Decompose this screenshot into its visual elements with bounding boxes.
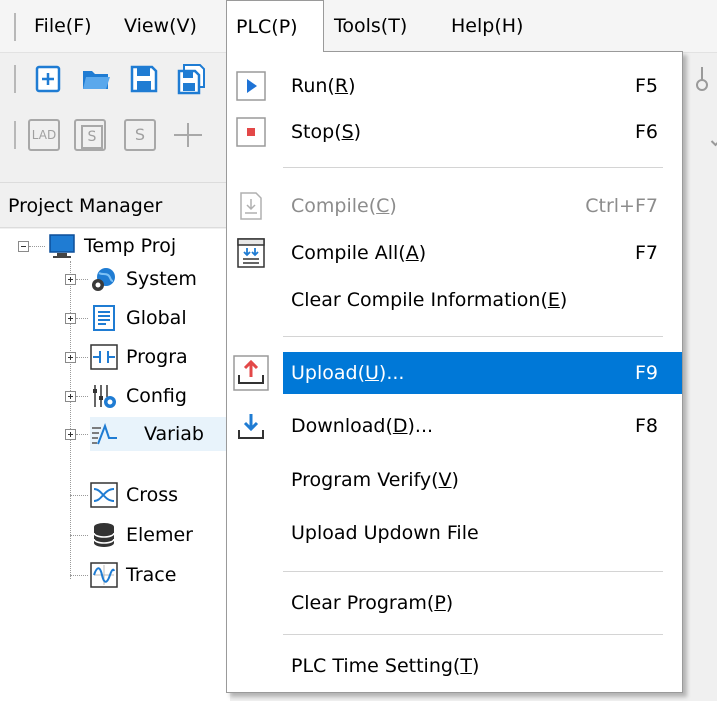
tree-item-label: Global — [126, 307, 187, 329]
menu-view[interactable]: View(V) — [124, 0, 197, 52]
lad-label: LAD — [28, 119, 60, 151]
menu-item-upload-updown-file[interactable]: Upload Updown File — [227, 512, 682, 554]
project-tree: Temp Proj System Global Progra Config Va… — [0, 229, 230, 701]
upload-icon — [233, 355, 269, 391]
menu-item-upload[interactable]: Upload(U)... F9 — [227, 352, 682, 394]
compile-all-icon — [235, 237, 267, 269]
tree-item-label: Config — [126, 385, 187, 407]
tree-item-label: Trace — [126, 564, 177, 586]
menu-separator — [283, 634, 663, 635]
run-icon — [235, 70, 267, 102]
tree-item-label: System — [126, 268, 197, 290]
menu-item-label: Compile(C) — [291, 195, 397, 217]
menu-item-download[interactable]: Download(D)... F8 — [227, 405, 682, 447]
st-label: S — [124, 119, 156, 151]
lad-button-icon[interactable]: LAD — [28, 119, 62, 151]
cross-reference-icon — [90, 481, 118, 509]
menu-plc[interactable]: PLC(P) — [226, 0, 324, 52]
shortcut-label: F6 — [634, 121, 658, 143]
menu-item-clear-program[interactable]: Clear Program(P) — [227, 582, 682, 624]
menu-item-label: PLC Time Setting(T) — [291, 655, 480, 677]
tree-item-label: Progra — [126, 346, 188, 368]
document-list-icon — [90, 304, 118, 332]
menu-item-run[interactable]: Run(R) F5 — [227, 65, 682, 107]
tree-item-label: Elemer — [126, 524, 193, 546]
menu-item-compile-all[interactable]: Compile All(A) F7 — [227, 232, 682, 274]
trace-icon — [90, 561, 118, 589]
open-folder-icon[interactable] — [80, 63, 112, 95]
menu-item-label: Upload(U)... — [291, 362, 405, 384]
tree-item-label: Temp Proj — [84, 235, 177, 257]
computer-icon — [48, 232, 76, 260]
new-file-icon[interactable] — [32, 63, 64, 95]
tree-item-label: Cross — [126, 484, 179, 506]
menu-separator — [283, 571, 663, 572]
tree-expand-toggle[interactable] — [65, 429, 76, 440]
shortcut-label: F7 — [634, 242, 658, 264]
tree-item-label: Variab — [144, 423, 204, 445]
globe-gear-icon — [90, 265, 118, 293]
tree-item-variable[interactable]: Variab — [90, 417, 230, 451]
ladder-icon — [90, 343, 118, 371]
shortcut-label: Ctrl+F7 — [585, 195, 658, 217]
toolbar-grip — [14, 121, 16, 149]
menu-item-label: Program Verify(V) — [291, 469, 459, 491]
menu-item-label: Clear Program(P) — [291, 592, 454, 614]
download-icon — [235, 410, 267, 442]
sfc-label: S — [81, 125, 103, 149]
compile-icon — [235, 190, 267, 222]
menubar-grip — [14, 13, 16, 41]
config-sliders-icon — [90, 382, 118, 410]
st-button-icon[interactable]: S — [124, 119, 156, 151]
menu-item-clear-compile-information[interactable]: Clear Compile Information(E) — [227, 279, 682, 321]
shortcut-label: F5 — [634, 75, 658, 97]
shortcut-label: F8 — [634, 415, 658, 437]
tree-expand-toggle[interactable] — [65, 352, 76, 363]
toolbar-overflow-icon[interactable] — [686, 63, 717, 95]
menu-item-label: Run(R) — [291, 75, 356, 97]
tree-expand-toggle[interactable] — [65, 391, 76, 402]
toolbar-chevron-icon[interactable] — [700, 119, 717, 151]
menu-item-label: Compile All(A) — [291, 242, 427, 264]
tree-expand-toggle[interactable] — [65, 313, 76, 324]
menu-help[interactable]: Help(H) — [451, 0, 523, 52]
database-icon — [90, 521, 118, 549]
plc-dropdown-menu: Run(R) F5 Stop(S) F6 Compile(C) Ctrl+F7 … — [226, 51, 683, 693]
menu-item-program-verify[interactable]: Program Verify(V) — [227, 459, 682, 501]
menu-item-plc-time-setting[interactable]: PLC Time Setting(T) — [227, 645, 682, 687]
menu-item-label: Clear Compile Information(E) — [291, 289, 568, 311]
menu-item-label: Upload Updown File — [291, 522, 479, 544]
project-manager-title: Project Manager — [0, 182, 230, 228]
menu-file[interactable]: File(F) — [34, 0, 92, 52]
menu-item-stop[interactable]: Stop(S) F6 — [227, 111, 682, 153]
tree-expand-toggle[interactable] — [65, 274, 76, 285]
toolbar-grip — [14, 65, 16, 93]
sfc-button-icon[interactable]: S — [74, 119, 106, 151]
stop-icon — [235, 116, 267, 148]
waveform-icon — [90, 420, 118, 448]
menu-bar: File(F) View(V) PLC(P) Tools(T) Help(H) — [0, 0, 717, 53]
menu-separator — [283, 336, 663, 337]
menu-separator — [283, 167, 663, 168]
menu-item-compile[interactable]: Compile(C) Ctrl+F7 — [227, 185, 682, 227]
menu-item-label: Stop(S) — [291, 121, 362, 143]
save-all-icon[interactable] — [176, 63, 208, 95]
shortcut-label: F9 — [634, 362, 658, 384]
menu-tools[interactable]: Tools(T) — [334, 0, 407, 52]
menu-item-label: Download(D)... — [291, 415, 434, 437]
tree-collapse-toggle[interactable] — [18, 241, 29, 252]
save-icon[interactable] — [128, 63, 160, 95]
contact-line-icon[interactable] — [172, 119, 204, 151]
